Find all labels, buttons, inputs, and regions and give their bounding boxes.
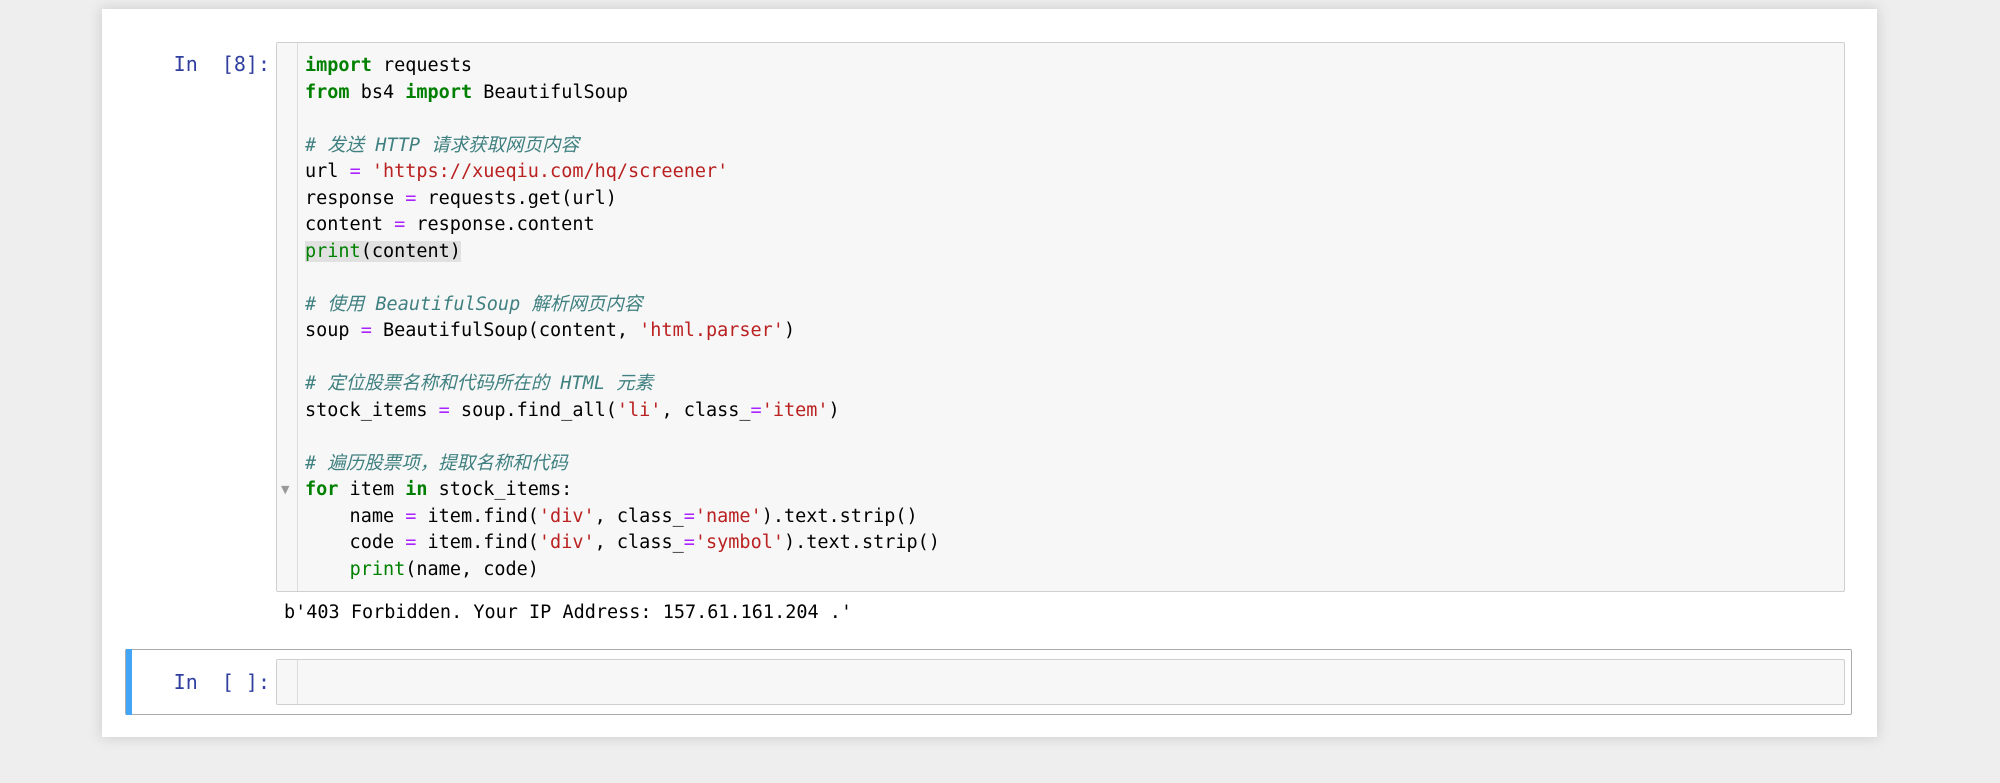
code-token: ): [783, 320, 796, 341]
code-token: item: [338, 479, 406, 500]
code-line[interactable]: from bs4 import BeautifulSoup: [305, 80, 940, 107]
code-token: ).text.strip(): [761, 505, 918, 527]
cell-2-code-editor[interactable]: [276, 659, 1845, 705]
code-token: ): [828, 399, 840, 421]
code-line[interactable]: [305, 345, 940, 372]
cell-1-output: b'403 Forbidden. Your IP Address: 157.61…: [284, 602, 853, 623]
code-token: stock_items:: [427, 479, 573, 500]
code-token: ).text.strip(): [783, 532, 940, 553]
code-line[interactable]: print(name, code): [305, 557, 940, 584]
code-token: =: [405, 532, 417, 553]
code-token: , class_: [661, 399, 751, 421]
code-token: from: [305, 81, 350, 103]
cell-1-code[interactable]: import requests from bs4 import Beautiful…: [305, 53, 940, 583]
code-token: (name, code): [405, 558, 539, 580]
code-token: 'https://xueqiu.com/hq/screener': [371, 161, 729, 182]
code-line[interactable]: import requests: [305, 53, 940, 80]
code-token: item.find(: [416, 532, 539, 553]
code-line[interactable]: print(content): [305, 239, 940, 266]
code-token: name: [305, 505, 406, 527]
selected-cell-indicator: [126, 649, 132, 715]
code-line[interactable]: [305, 106, 940, 133]
code-token: =: [349, 161, 361, 182]
code-line[interactable]: name = item.find('div', class_='name').t…: [305, 504, 940, 531]
code-line[interactable]: # 发送 HTTP 请求获取网页内容: [305, 133, 940, 160]
code-token: 'li': [616, 399, 662, 421]
cell-1-prompt: In [8]:: [173, 52, 270, 76]
code-token: =: [438, 399, 450, 421]
code-token: import: [405, 81, 473, 103]
code-token: code: [305, 532, 406, 553]
code-token: # 定位股票名称和代码所在的 HTML 元素: [305, 373, 654, 394]
cell-1-code-editor[interactable]: ▼ import requests from bs4 import Beautif…: [276, 42, 1845, 592]
code-token: , class_: [594, 505, 684, 527]
code-token: 'html.parser': [639, 320, 784, 341]
code-token: 'name': [694, 505, 762, 527]
code-token: (content): [360, 240, 461, 262]
code-line[interactable]: stock_items = soup.find_all('li', class_…: [305, 398, 940, 425]
code-token: =: [683, 532, 695, 553]
code-token: in: [405, 479, 428, 500]
code-line[interactable]: [305, 265, 940, 292]
code-token: , class_: [594, 532, 684, 553]
code-token: for: [305, 479, 339, 500]
code-token: response: [305, 187, 406, 209]
code-token: print: [305, 240, 361, 262]
code-line[interactable]: code = item.find('div', class_='symbol')…: [305, 530, 940, 557]
code-line[interactable]: [305, 424, 940, 451]
code-token: requests: [371, 55, 473, 76]
code-token: =: [750, 399, 762, 421]
code-token: soup.find_all(: [449, 399, 617, 421]
code-line[interactable]: # 使用 BeautifulSoup 解析网页内容: [305, 292, 940, 319]
cell-2-gutter: [277, 660, 298, 704]
code-token: response.content: [405, 214, 595, 235]
code-line[interactable]: response = requests.get(url): [305, 186, 940, 213]
fold-toggle-icon[interactable]: ▼: [281, 483, 289, 496]
code-token: # 遍历股票项，提取名称和代码: [305, 452, 568, 474]
code-token: 'symbol': [694, 532, 784, 553]
code-token: content: [305, 214, 395, 235]
code-line[interactable]: soup = BeautifulSoup(content, 'html.pars…: [305, 318, 940, 345]
code-token: soup: [305, 320, 361, 341]
code-token: # 使用 BeautifulSoup 解析网页内容: [305, 293, 643, 315]
cell-1-gutter: [277, 43, 298, 591]
code-token: stock_items: [305, 399, 439, 421]
code-line[interactable]: # 定位股票名称和代码所在的 HTML 元素: [305, 371, 940, 398]
code-token: 'div': [538, 532, 595, 553]
cell-2-prompt: In [ ]:: [173, 670, 270, 694]
code-token: url: [305, 161, 350, 182]
code-token: print: [349, 558, 406, 580]
code-token: =: [405, 187, 417, 209]
code-token: 'div': [538, 505, 595, 527]
code-line[interactable]: content = response.content: [305, 212, 940, 239]
code-line[interactable]: for item in stock_items:: [305, 477, 940, 504]
code-token: requests.get(url): [416, 187, 617, 209]
code-token: item.find(: [416, 505, 539, 527]
code-token: 'item': [761, 399, 829, 421]
code-line[interactable]: # 遍历股票项，提取名称和代码: [305, 451, 940, 478]
code-token: =: [360, 320, 372, 341]
code-token: BeautifulSoup(content,: [371, 320, 640, 341]
code-token: =: [405, 505, 417, 527]
code-token: =: [683, 505, 695, 527]
code-token: =: [394, 214, 406, 235]
code-token: import: [305, 55, 372, 76]
code-token: BeautifulSoup: [472, 81, 629, 103]
code-token: # 发送 HTTP 请求获取网页内容: [305, 134, 580, 156]
code-token: bs4: [349, 81, 406, 103]
code-line[interactable]: url = 'https://xueqiu.com/hq/screener': [305, 159, 940, 186]
